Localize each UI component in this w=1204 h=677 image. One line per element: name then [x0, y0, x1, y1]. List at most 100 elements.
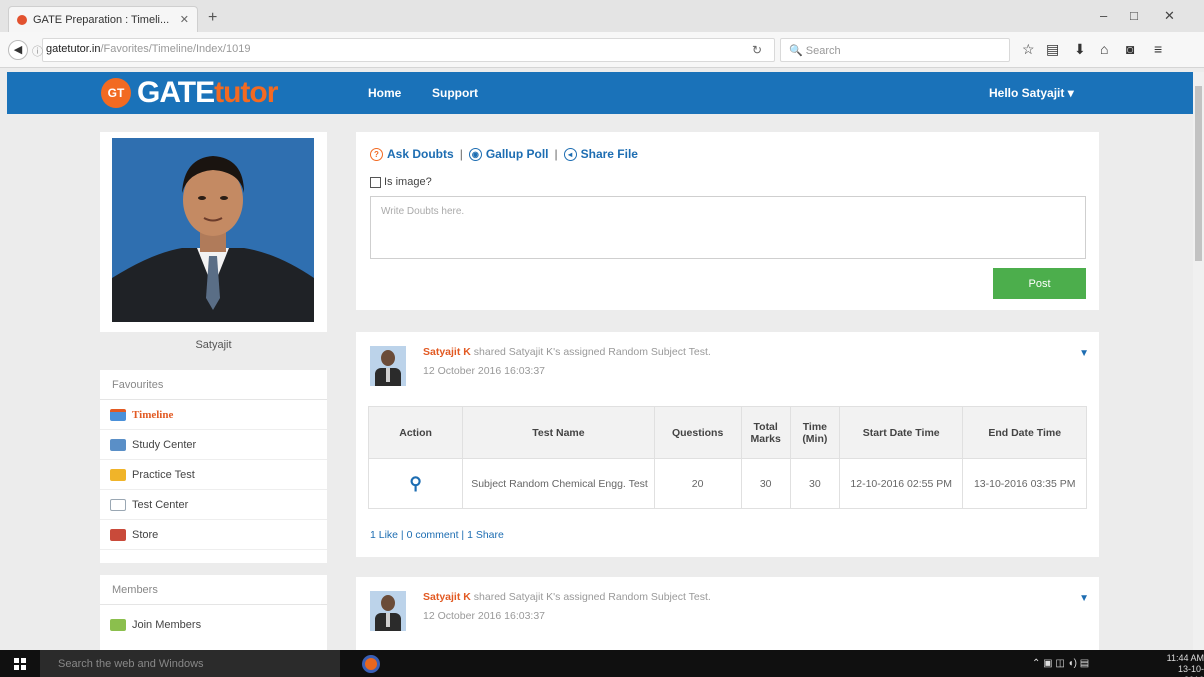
back-arrow-icon[interactable]: ◀: [8, 40, 28, 60]
column-header: Action: [367, 406, 464, 459]
minimize-button[interactable]: –: [1100, 8, 1107, 23]
browser-search-input[interactable]: 🔍 Search: [780, 38, 1010, 62]
members-panel: Members Join Members: [100, 575, 327, 650]
is-image-checkbox[interactable]: [370, 176, 381, 188]
is-image-option: Is image?: [370, 176, 432, 188]
calendar-icon: [110, 408, 126, 421]
tab-close-icon[interactable]: ✕: [180, 13, 189, 26]
browser-nav-bar: ◀ ⓘ gatetutor.in/Favorites/Timeline/Inde…: [0, 32, 1204, 68]
folder-icon: [110, 468, 126, 481]
menu-icon[interactable]: ≡: [1154, 41, 1162, 57]
bookmark-star-icon[interactable]: ☆: [1022, 41, 1035, 58]
is-image-label: Is image?: [384, 176, 432, 188]
tab-title: GATE Preparation : Timeli...: [33, 13, 170, 26]
logo-badge: GT: [101, 78, 131, 108]
system-tray-icons[interactable]: ⌃ ▣ ◫ ◖) ▤: [1032, 658, 1089, 669]
table-row: ⚲ Subject Random Chemical Engg. Test 20 …: [367, 458, 1087, 509]
sidebar-item-study-center[interactable]: Study Center: [100, 430, 327, 460]
chevron-down-icon[interactable]: ▼: [1079, 593, 1089, 604]
checklist-icon: [110, 498, 126, 511]
close-window-button[interactable]: ✕: [1164, 8, 1175, 24]
feed-action-text: shared Satyajit K's assigned Random Subj…: [470, 346, 711, 358]
column-header: End Date Time: [962, 406, 1087, 459]
sidebar-item-test-center[interactable]: Test Center: [100, 490, 327, 520]
home-icon[interactable]: ⌂: [1100, 41, 1108, 57]
sidebar-item-label: Test Center: [132, 498, 189, 511]
clock-time: 11:44 AM: [1166, 653, 1204, 663]
post-composer: ? Ask Doubts | ◉ Gallup Poll | ◂ Share F…: [356, 132, 1099, 310]
gatetutor-logo[interactable]: GT GATE tutor: [101, 76, 278, 109]
sidebar-item-join-members[interactable]: Join Members: [100, 605, 327, 645]
column-header: Test Name: [462, 406, 655, 459]
profile-name[interactable]: Satyajit: [100, 332, 327, 358]
nav-support[interactable]: Support: [432, 86, 478, 100]
logo-word-tutor: tutor: [214, 76, 278, 109]
user-menu[interactable]: Hello Satyajit ▾: [989, 86, 1074, 100]
reload-icon[interactable]: ↻: [752, 43, 762, 57]
end-date-cell: 13-10-2016 03:35 PM: [962, 458, 1087, 509]
feed-action-text: shared Satyajit K's assigned Random Subj…: [470, 591, 711, 603]
profile-card: Satyajit: [100, 132, 327, 358]
info-icon[interactable]: ⓘ: [32, 43, 43, 59]
clock-date: 13-10-2016: [1177, 664, 1204, 677]
social-links[interactable]: 1 Like | 0 comment | 1 Share: [370, 529, 504, 541]
column-header: Total Marks: [740, 406, 791, 459]
feed-date: 12 October 2016 16:03:37: [423, 365, 546, 377]
reading-list-icon[interactable]: ▤: [1046, 41, 1059, 58]
feed-item: Satyajit K shared Satyajit K's assigned …: [356, 577, 1099, 650]
separator: |: [459, 147, 463, 161]
sidebar-item-label: Timeline: [132, 408, 174, 421]
separator: |: [554, 147, 558, 161]
avatar[interactable]: [370, 346, 406, 386]
total-marks-cell: 30: [740, 458, 791, 509]
post-button[interactable]: Post: [993, 268, 1086, 299]
feed-author[interactable]: Satyajit K: [423, 591, 471, 603]
feed-date: 12 October 2016 16:03:37: [423, 610, 546, 622]
books-icon: [110, 438, 126, 451]
gallup-poll-link[interactable]: Gallup Poll: [486, 147, 549, 161]
column-header: Time (Min): [789, 406, 840, 459]
view-test-cell: ⚲: [367, 458, 464, 509]
sidebar-item-timeline[interactable]: Timeline: [100, 400, 327, 430]
sidebar-item-store[interactable]: Store: [100, 520, 327, 550]
firefox-icon[interactable]: [362, 655, 380, 673]
share-icon: ◂: [563, 147, 577, 161]
test-table: Action Test Name Questions Total Marks T…: [367, 406, 1087, 509]
column-header: Start Date Time: [838, 406, 964, 459]
question-icon: ?: [370, 147, 383, 161]
nav-home[interactable]: Home: [368, 86, 401, 100]
taskbar-clock[interactable]: 11:44 AM 13-10-2016: [1162, 653, 1204, 677]
test-name-cell: Subject Random Chemical Engg. Test: [462, 458, 655, 509]
sidebar-item-label: Join Members: [132, 619, 202, 631]
page-scrollbar[interactable]: [1193, 72, 1204, 650]
search-icon[interactable]: ⚲: [409, 474, 421, 493]
download-icon[interactable]: ⬇: [1074, 41, 1086, 58]
feed-meta: Satyajit K shared Satyajit K's assigned …: [423, 591, 711, 622]
share-file-link[interactable]: Share File: [581, 147, 638, 161]
windows-start-icon[interactable]: [14, 658, 26, 670]
composer-actions: ? Ask Doubts | ◉ Gallup Poll | ◂ Share F…: [370, 147, 638, 161]
site-header: GT GATE tutor Home Support Hello Satyajit…: [7, 72, 1193, 114]
sidebar-item-practice-test[interactable]: Practice Test: [100, 460, 327, 490]
questions-cell: 20: [653, 458, 742, 509]
maximize-button[interactable]: □: [1130, 8, 1138, 23]
feed-item: Satyajit K shared Satyajit K's assigned …: [356, 332, 1099, 557]
chevron-down-icon[interactable]: ▼: [1079, 348, 1089, 359]
taskbar-search-input[interactable]: Search the web and Windows: [40, 650, 340, 677]
site-favicon-icon: [17, 14, 27, 25]
feed-author[interactable]: Satyajit K: [423, 346, 471, 358]
profile-photo[interactable]: [112, 138, 314, 322]
doubts-textarea[interactable]: Write Doubts here.: [370, 196, 1086, 259]
sidebar-item-label: Store: [132, 528, 159, 541]
ask-doubts-link[interactable]: Ask Doubts: [387, 147, 454, 161]
browser-tab[interactable]: GATE Preparation : Timeli... ✕: [8, 6, 198, 32]
scrollbar-thumb[interactable]: [1195, 86, 1202, 261]
address-url[interactable]: gatetutor.in/Favorites/Timeline/Index/10…: [46, 43, 250, 55]
pocket-icon[interactable]: ◙: [1126, 41, 1134, 57]
new-tab-button[interactable]: +: [208, 9, 217, 27]
sidebar-item-label: Study Center: [132, 438, 197, 451]
logo-word-gate: GATE: [137, 76, 215, 109]
feed-meta: Satyajit K shared Satyajit K's assigned …: [423, 346, 711, 377]
avatar[interactable]: [370, 591, 406, 631]
store-icon: [110, 528, 126, 541]
